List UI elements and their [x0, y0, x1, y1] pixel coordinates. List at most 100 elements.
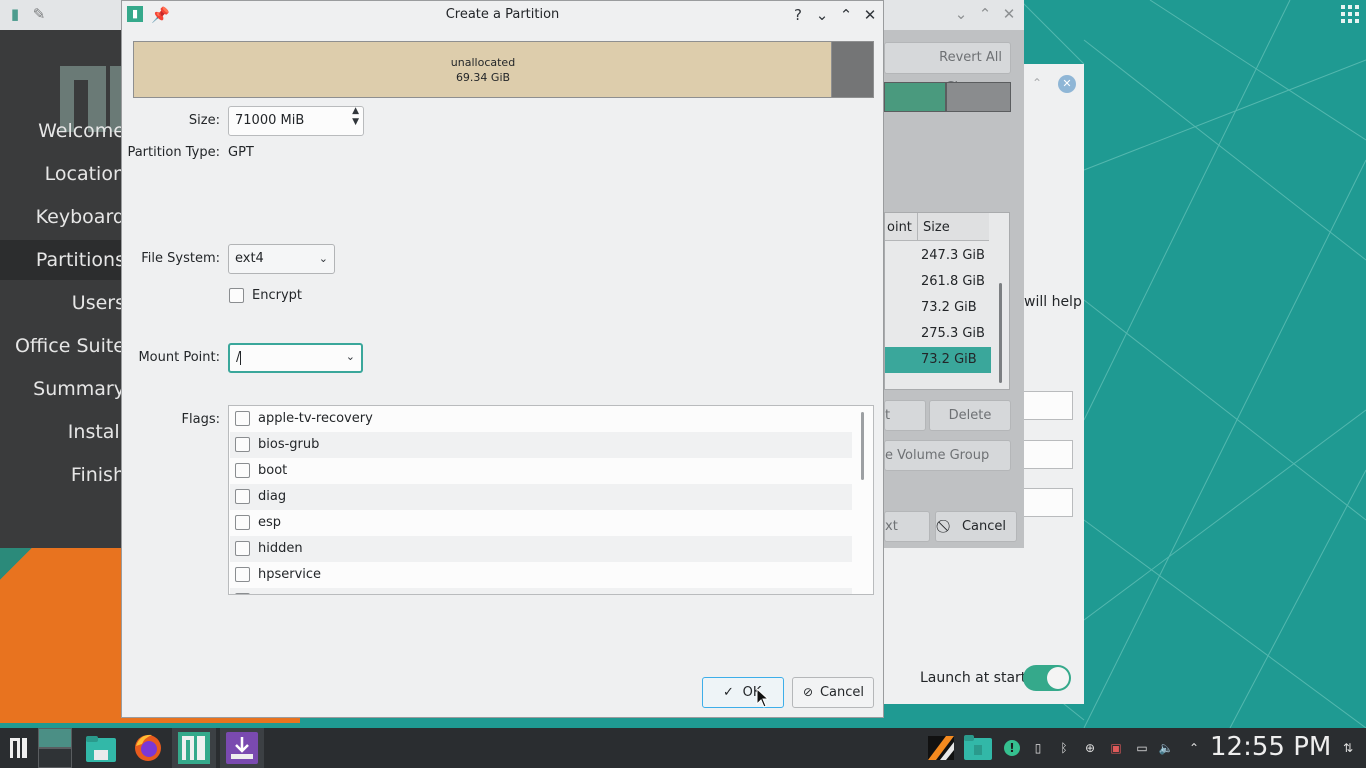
usb-drive-icon[interactable]: ▯ — [1030, 740, 1046, 756]
flag-checkbox[interactable] — [235, 593, 250, 594]
table-row[interactable]: 275.3 GiB — [885, 321, 991, 347]
welcome-help-text: will help — [1024, 294, 1082, 310]
maximize-icon[interactable]: ⌃ — [976, 5, 994, 23]
help-icon[interactable]: ? — [789, 6, 807, 24]
bluetooth-icon[interactable]: ᛒ — [1056, 740, 1072, 756]
close-icon[interactable]: ✕ — [1000, 5, 1018, 23]
trash-folder-icon[interactable] — [962, 728, 994, 768]
partition-bar-label: unallocated 69.34 GiB — [134, 55, 832, 85]
list-item[interactable]: diag — [230, 484, 852, 510]
revert-all-changes-button[interactable]: Revert All Changes — [884, 42, 1011, 95]
list-item[interactable]: boot — [230, 458, 852, 484]
table-row[interactable]: 247.3 GiB — [885, 243, 991, 269]
sidebar-item-keyboard: Keyboard — [35, 206, 125, 228]
table-row[interactable]: 261.8 GiB — [885, 269, 991, 295]
ok-button[interactable]: ✓ OK — [702, 677, 784, 708]
column-divider — [917, 213, 918, 241]
unallocated-size: 69.34 GiB — [455, 71, 511, 84]
installer-task-icon[interactable] — [172, 728, 216, 768]
toggle-knob — [1047, 667, 1069, 689]
welcome-button[interactable] — [1024, 391, 1073, 420]
application-menu-icon[interactable] — [6, 728, 32, 768]
launch-at-start-toggle[interactable] — [1023, 665, 1071, 691]
flag-checkbox[interactable] — [235, 489, 250, 504]
notification-icon[interactable]: ! — [1004, 740, 1020, 756]
mount-point-label: Mount Point: — [138, 350, 220, 365]
next-button[interactable]: xt — [884, 511, 930, 542]
close-icon[interactable]: ✕ — [861, 6, 879, 24]
sidebar-item-install: Install — [67, 421, 125, 443]
minimize-icon[interactable]: ⌄ — [813, 6, 831, 24]
flag-label: hpservice — [258, 567, 322, 582]
desktop-pager-icon[interactable] — [38, 728, 74, 768]
flag-checkbox[interactable] — [235, 515, 250, 530]
app-grid-icon[interactable] — [1340, 4, 1360, 24]
column-size-header[interactable]: Size — [923, 220, 950, 235]
flag-checkbox[interactable] — [235, 411, 250, 426]
file-manager-icon[interactable] — [84, 728, 118, 768]
flags-list[interactable]: apple-tv-recovery bios-grub boot diag es… — [228, 405, 874, 595]
cancel-button[interactable]: ⊘ Cancel — [792, 677, 874, 708]
chevron-down-icon: ⌄ — [318, 252, 328, 265]
list-item[interactable]: hidden — [230, 536, 852, 562]
flag-checkbox[interactable] — [235, 567, 250, 582]
sidebar-item-users: Users — [71, 292, 125, 314]
panel-settings-icon[interactable]: ⇅ — [1340, 740, 1356, 756]
flag-checkbox[interactable] — [235, 463, 250, 478]
welcome-button[interactable] — [1024, 488, 1073, 517]
delete-button[interactable]: Delete — [929, 400, 1011, 431]
spin-arrows-icon[interactable]: ▲ ▼ — [352, 106, 359, 128]
dialog-title: Create a Partition — [445, 7, 560, 22]
edit-button[interactable]: t — [884, 400, 926, 431]
mount-point-combobox[interactable]: / ⌄ — [228, 343, 363, 373]
welcome-button[interactable] — [1024, 440, 1073, 469]
table-row[interactable]: 73.2 GiB — [885, 295, 991, 321]
flag-label: boot — [258, 463, 288, 478]
volume-icon[interactable]: 🔈 — [1158, 740, 1174, 756]
flag-label: hidden — [258, 541, 303, 556]
disk-usage-used-segment — [884, 82, 946, 112]
list-item[interactable] — [230, 588, 852, 594]
chevron-up-icon[interactable]: ⌃ — [1186, 740, 1202, 756]
minimize-icon[interactable]: ⌄ — [952, 5, 970, 23]
list-item[interactable]: apple-tv-recovery — [230, 406, 852, 432]
maximize-icon[interactable]: ⌃ — [837, 6, 855, 24]
pin-icon[interactable]: ✎ — [30, 5, 48, 23]
file-system-label: File System: — [141, 251, 220, 266]
sidebar-item-location: Location — [44, 163, 125, 185]
partition-type-label: Partition Type: — [127, 145, 220, 160]
installer-cancel-button[interactable]: ⃠ Cancel — [935, 511, 1017, 542]
flags-scrollbar[interactable] — [861, 412, 864, 480]
file-system-select[interactable]: ext4 ⌄ — [228, 244, 335, 274]
flag-label: diag — [258, 489, 287, 504]
flag-label: apple-tv-recovery — [258, 411, 373, 426]
list-item[interactable]: esp — [230, 510, 852, 536]
new-volume-group-button[interactable]: e Volume Group — [884, 440, 1011, 471]
dialog-titlebar: ▮ 📌 Create a Partition ? ⌄ ⌃ ✕ — [122, 1, 883, 29]
used-segment — [832, 42, 873, 97]
downloader-task-icon[interactable] — [220, 728, 264, 768]
list-item[interactable]: bios-grub — [230, 432, 852, 458]
chevron-up-icon[interactable]: ⌃ — [1032, 76, 1042, 90]
flags-label: Flags: — [181, 412, 220, 427]
network-disconnected-icon[interactable]: ▣ — [1108, 740, 1124, 756]
table-scrollbar[interactable] — [999, 283, 1002, 383]
partition-table[interactable]: oint Size 247.3 GiB 261.8 GiB 73.2 GiB 2… — [884, 212, 1010, 390]
manjaro-icon: ▮ — [10, 5, 20, 23]
wallpaper-stripe — [0, 548, 40, 588]
table-row-selected[interactable]: 73.2 GiB — [885, 347, 991, 373]
close-icon[interactable]: ✕ — [1058, 75, 1076, 93]
encrypt-checkbox[interactable] — [229, 288, 244, 303]
updates-icon[interactable]: ⊕ — [1082, 740, 1098, 756]
firefox-icon[interactable] — [130, 728, 166, 768]
list-item[interactable]: hpservice — [230, 562, 852, 588]
clock[interactable]: 12:55 PM — [1210, 732, 1331, 762]
chevron-down-icon[interactable]: ⌄ — [346, 344, 355, 370]
flag-checkbox[interactable] — [235, 541, 250, 556]
battery-icon[interactable]: ▭ — [1132, 740, 1152, 756]
text-cursor — [240, 350, 242, 365]
size-spinbox[interactable]: 71000 MiB ▲ ▼ — [228, 106, 364, 136]
flag-checkbox[interactable] — [235, 437, 250, 452]
column-mount-point-header[interactable]: oint — [887, 220, 912, 235]
colors-app-icon[interactable] — [926, 728, 956, 768]
